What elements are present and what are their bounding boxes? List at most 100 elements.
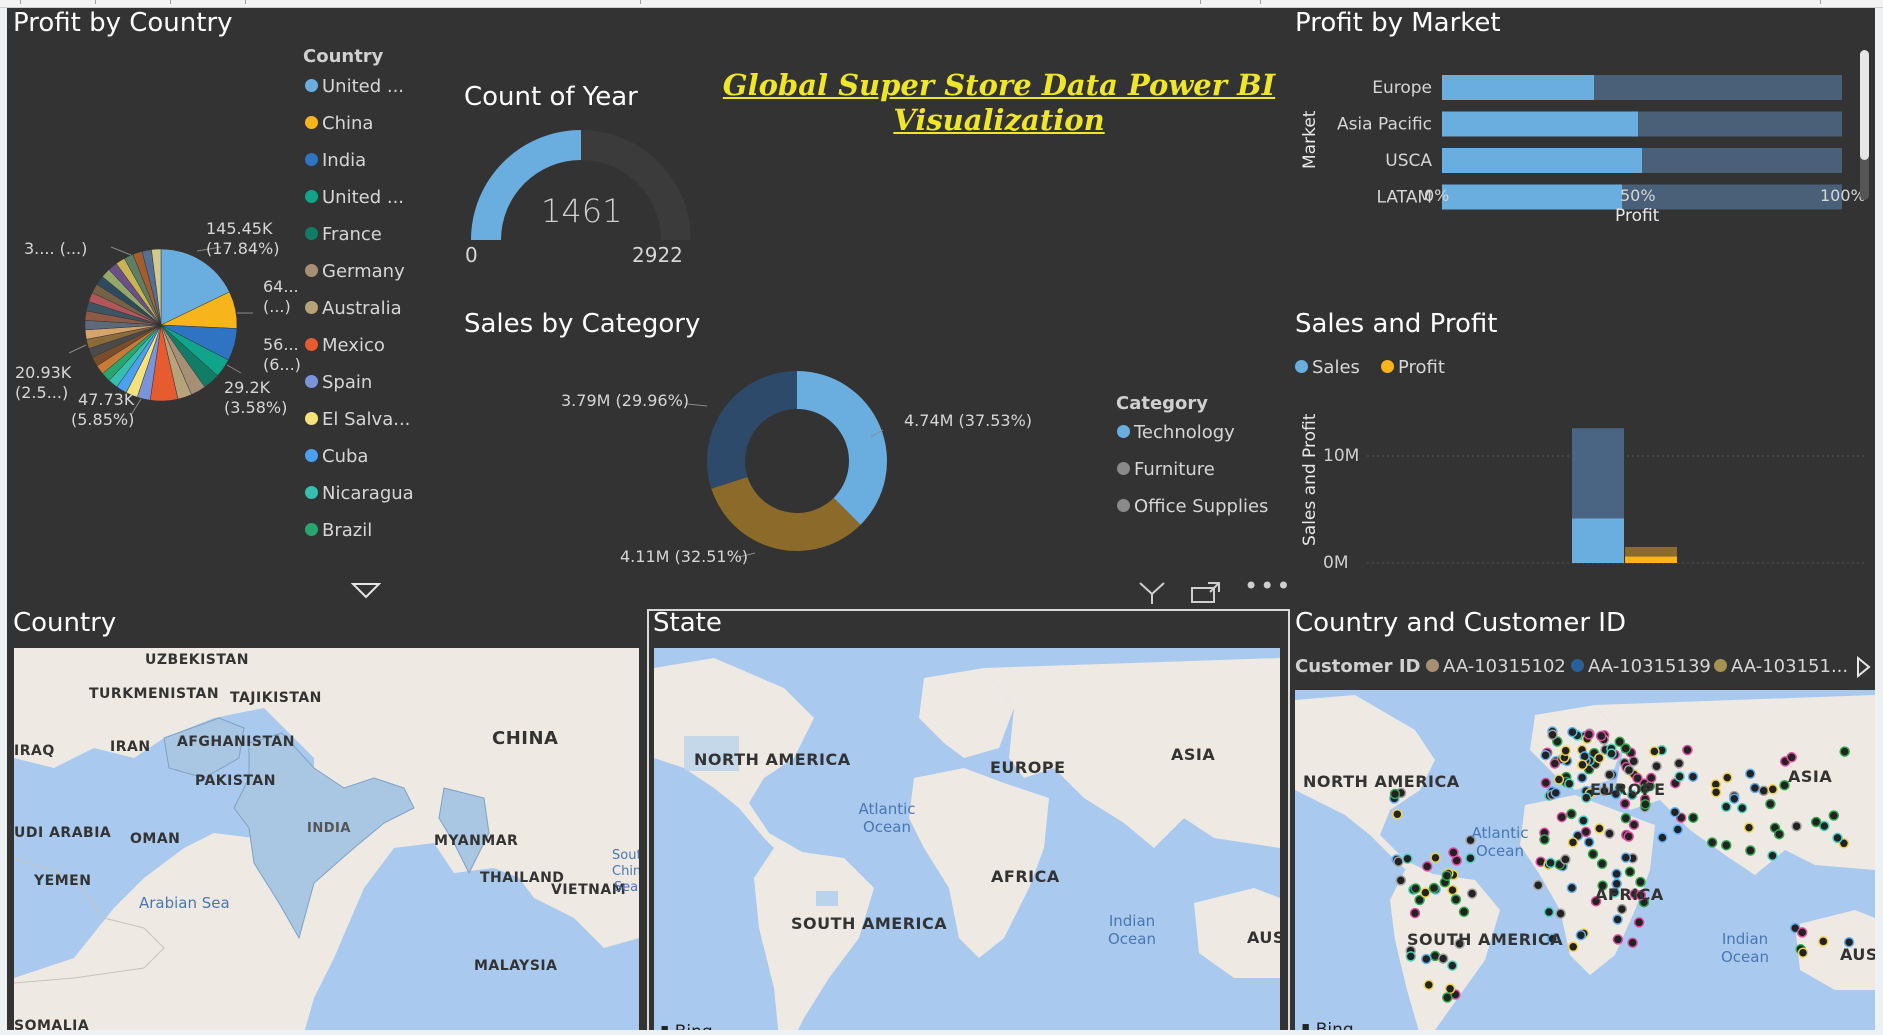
customer-location-dot[interactable] xyxy=(1540,749,1551,761)
country-legend-item[interactable]: China xyxy=(305,113,373,134)
customer-location-dot[interactable] xyxy=(1583,729,1595,740)
customer-location-dot[interactable] xyxy=(1758,785,1769,797)
customer-location-dot[interactable] xyxy=(1773,828,1785,840)
sales-profit-legend-item[interactable]: Sales xyxy=(1295,357,1360,378)
customer-location-dot[interactable] xyxy=(1736,802,1748,814)
customer-location-dot[interactable] xyxy=(1729,793,1740,804)
customer-location-dot[interactable] xyxy=(1567,941,1579,953)
customer-location-dot[interactable] xyxy=(1576,772,1588,783)
customer-location-dot[interactable] xyxy=(1743,822,1755,833)
customer-location-dot[interactable] xyxy=(1627,937,1638,948)
customer-location-dot[interactable] xyxy=(1441,870,1453,881)
customer-location-dot[interactable] xyxy=(1567,837,1579,848)
customer-location-dot[interactable] xyxy=(1745,845,1756,856)
customer-location-dot[interactable] xyxy=(1423,979,1435,991)
customer-location-dot[interactable] xyxy=(1555,908,1566,919)
customer-location-dot[interactable] xyxy=(1620,812,1632,824)
customer-location-dot[interactable] xyxy=(1706,837,1718,848)
customer-location-dot[interactable] xyxy=(1566,882,1578,894)
customer-location-dot[interactable] xyxy=(1604,828,1615,839)
customer-location-dot[interactable] xyxy=(1420,887,1431,898)
customer-location-dot[interactable] xyxy=(1566,808,1577,820)
customer-location-dot[interactable] xyxy=(1797,947,1809,958)
customer-location-dot[interactable] xyxy=(1669,806,1681,818)
customer-location-dot[interactable] xyxy=(1442,992,1453,1003)
customer-location-dot[interactable] xyxy=(1447,960,1458,971)
customer-location-dot[interactable] xyxy=(1575,929,1587,941)
customer-location-dot[interactable] xyxy=(1428,882,1440,894)
customer-location-dot[interactable] xyxy=(1657,832,1668,843)
donut-slice[interactable] xyxy=(707,371,797,489)
customer-location-dot[interactable] xyxy=(1791,820,1802,832)
scrollbar-thumb[interactable] xyxy=(1860,50,1869,160)
customer-location-dot[interactable] xyxy=(1560,745,1571,756)
profit-bar[interactable] xyxy=(1625,556,1677,563)
customer-location-dot[interactable] xyxy=(1682,744,1693,756)
country-legend-item[interactable]: Brazil xyxy=(305,520,372,541)
customer-location-dot[interactable] xyxy=(1767,850,1778,861)
country-legend-item[interactable]: India xyxy=(305,150,366,171)
customer-location-dot[interactable] xyxy=(1749,782,1761,794)
customer-location-dot[interactable] xyxy=(1786,752,1797,763)
customer-location-dot[interactable] xyxy=(1539,834,1550,845)
country-legend-item[interactable]: France xyxy=(305,224,382,245)
market-bar[interactable] xyxy=(1442,148,1642,173)
market-bar[interactable] xyxy=(1442,75,1594,100)
profit-by-market-bars[interactable]: EuropeAsia PacificUSCALATAM xyxy=(1307,63,1867,293)
customer-location-dot[interactable] xyxy=(1818,936,1829,947)
customer-location-dot[interactable] xyxy=(1640,799,1651,810)
category-legend-item[interactable]: Technology xyxy=(1117,422,1235,443)
customer-location-dot[interactable] xyxy=(1583,836,1595,848)
customer-location-dot[interactable] xyxy=(1628,819,1640,830)
country-legend-item[interactable]: El Salva... xyxy=(305,409,410,430)
customer-location-dot[interactable] xyxy=(1620,852,1632,863)
customer-location-dot[interactable] xyxy=(1556,811,1568,823)
customer-location-dot[interactable] xyxy=(1545,857,1556,869)
country-legend-item[interactable]: Nicaragua xyxy=(305,483,414,504)
customer-location-dot[interactable] xyxy=(1458,906,1470,918)
customer-location-dot[interactable] xyxy=(1745,768,1756,779)
customer-location-dot[interactable] xyxy=(1687,812,1699,823)
customer-location-dot[interactable] xyxy=(1651,760,1662,772)
category-legend-item[interactable]: Office Supplies xyxy=(1117,496,1268,517)
customer-location-dot[interactable] xyxy=(1594,823,1605,834)
customer-location-dot[interactable] xyxy=(1579,751,1590,762)
customer-location-dot[interactable] xyxy=(1547,729,1558,741)
customer-location-dot[interactable] xyxy=(1596,858,1608,870)
market-bar[interactable] xyxy=(1442,184,1622,210)
customer-location-dot[interactable] xyxy=(1687,771,1699,782)
customer-location-dot[interactable] xyxy=(1828,810,1840,821)
customer-location-dot[interactable] xyxy=(1437,953,1449,964)
country-legend-item[interactable]: Cuba xyxy=(305,446,368,467)
customer-location-dot[interactable] xyxy=(1587,848,1599,860)
customer-location-dot[interactable] xyxy=(1674,771,1685,782)
sales-profit-chart[interactable] xyxy=(1367,408,1867,578)
market-bar[interactable] xyxy=(1442,111,1638,137)
customer-location-dot[interactable] xyxy=(1421,861,1433,872)
customer-location-dot[interactable] xyxy=(1577,759,1588,771)
state-map[interactable]: NORTH AMERICA EUROPE ASIA Atlantic Ocean… xyxy=(654,648,1280,1030)
customer-location-dot[interactable] xyxy=(1409,907,1421,919)
country-legend-item[interactable]: Germany xyxy=(305,261,405,282)
customer-location-dot[interactable] xyxy=(1532,879,1544,891)
customer-location-dot[interactable] xyxy=(1447,884,1458,896)
filter-icon[interactable] xyxy=(1137,580,1167,606)
customer-location-dot[interactable] xyxy=(1604,769,1615,780)
customer-location-dot[interactable] xyxy=(1832,832,1843,844)
customer-location-dot[interactable] xyxy=(1430,852,1441,863)
customer-location-dot[interactable] xyxy=(1710,786,1722,798)
customer-location-dot[interactable] xyxy=(1624,866,1636,878)
customer-location-dot[interactable] xyxy=(1767,784,1779,795)
legend-next-arrow-icon[interactable] xyxy=(1855,656,1871,678)
country-legend-item[interactable]: United ... xyxy=(305,187,404,208)
customer-location-dot[interactable] xyxy=(1721,839,1732,851)
customer-location-dot[interactable] xyxy=(1673,758,1685,769)
customer-location-dot[interactable] xyxy=(1578,815,1589,826)
customer-location-dot[interactable] xyxy=(1810,816,1822,828)
customer-legend-item[interactable]: AA-10315102 xyxy=(1426,656,1566,677)
customer-legend-item[interactable]: AA-103151... xyxy=(1714,656,1848,677)
customer-location-dot[interactable] xyxy=(1623,831,1634,842)
customer-location-dot[interactable] xyxy=(1550,787,1562,799)
sales-bar[interactable] xyxy=(1572,518,1624,563)
customer-map[interactable]: NORTH AMERICA EUROPE ASIA Atlantic Ocean… xyxy=(1295,690,1875,1030)
